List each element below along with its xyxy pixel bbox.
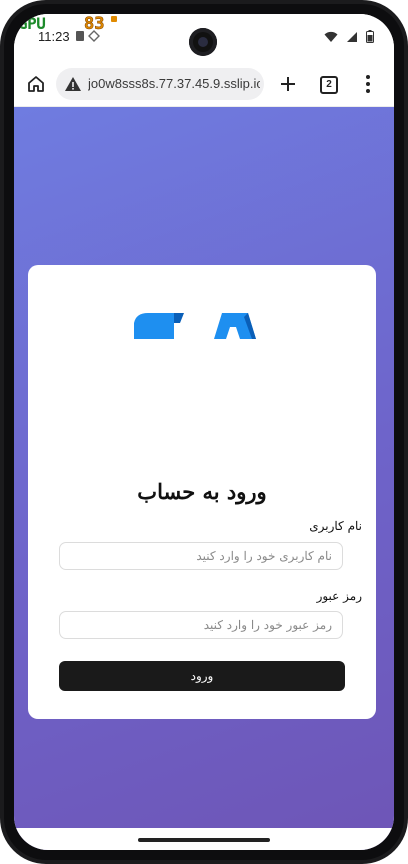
password-label: رمز عبور [316,589,362,603]
phone-screen: 11:23 GPU 83 jo0w8sss8s.77.37.45.9.sslip… [14,14,394,850]
status-right-icons [324,30,374,43]
new-tab-button[interactable] [274,70,302,98]
plus-icon [281,77,295,91]
device-frame: 11:23 GPU 83 jo0w8sss8s.77.37.45.9.sslip… [0,0,408,864]
url-text[interactable]: jo0w8sss8s.77.37.45.9.sslip.io [88,76,260,91]
gesture-handle[interactable] [138,838,270,842]
login-card: ورود به حساب نام کاربری رمز عبور ورود [28,265,376,719]
front-camera [189,28,217,56]
more-vert-icon[interactable] [360,72,376,96]
gesture-nav-area [14,828,394,850]
tabs-button[interactable]: 2 [320,76,338,94]
home-button[interactable] [22,70,50,98]
warning-icon[interactable] [64,75,82,93]
url-bar[interactable]: jo0w8sss8s.77.37.45.9.sslip.io [56,68,264,100]
wifi-icon [324,31,338,42]
username-label: نام کاربری [309,519,362,533]
username-input[interactable] [59,542,343,570]
battery-icon [366,30,374,43]
signal-icon [347,31,357,42]
fps-overlay-value: 83 [84,14,105,34]
brand-logo [130,309,260,339]
password-input[interactable] [59,611,343,639]
login-submit-button[interactable]: ورود [59,661,345,691]
brand-logo-graphic [134,313,256,339]
home-icon [28,76,44,92]
browser-toolbar: jo0w8sss8s.77.37.45.9.sslip.io 2 [14,62,394,107]
gpu-overlay-label: GPU [18,14,46,33]
page-background: ورود به حساب نام کاربری رمز عبور ورود [14,107,394,850]
fps-overlay-indicator [111,16,117,22]
status-bar: 11:23 GPU 83 [14,14,394,62]
sim-icon [76,31,84,41]
login-title: ورود به حساب [137,479,267,504]
